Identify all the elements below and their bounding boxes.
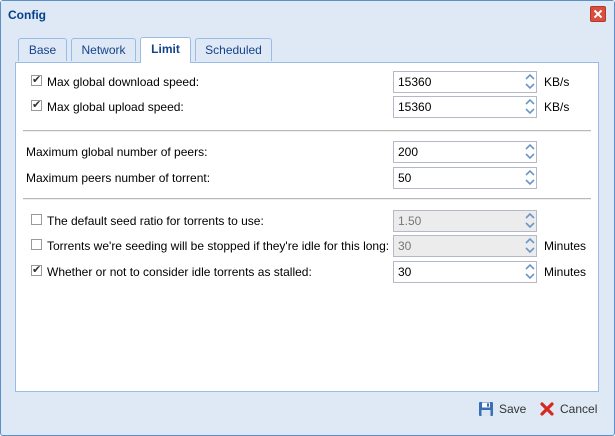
chevron-down-icon[interactable] xyxy=(524,246,536,255)
torrent-peers-value: 50 xyxy=(398,171,412,185)
global-peers-spinner[interactable] xyxy=(521,141,539,163)
download-speed-label: Max global download speed: xyxy=(47,75,200,89)
upload-speed-spinner[interactable] xyxy=(521,96,539,118)
seed-ratio-field[interactable]: 1.50 xyxy=(393,210,537,232)
idle-stalled-field[interactable]: 30 xyxy=(393,261,537,283)
global-peers-field[interactable]: 200 xyxy=(393,141,537,163)
download-speed-value: 15360 xyxy=(398,75,432,89)
upload-speed-checkbox[interactable] xyxy=(31,98,42,111)
torrent-peers-label: Maximum peers number of torrent: xyxy=(26,171,211,185)
idle-stop-row: Torrents we're seeding will be stopped i… xyxy=(16,235,598,257)
download-speed-unit: KB/s xyxy=(544,75,570,89)
idle-stalled-value: 30 xyxy=(398,265,412,279)
seed-ratio-spinner[interactable] xyxy=(521,210,539,232)
tab-base[interactable]: Base xyxy=(18,38,67,61)
upload-speed-unit: KB/s xyxy=(544,100,570,114)
chevron-up-icon[interactable] xyxy=(524,72,536,81)
torrent-peers-row: Maximum peers number of torrent: 50 xyxy=(16,167,598,189)
download-speed-row: Max global download speed: 15360 KB/s xyxy=(16,71,598,93)
seed-ratio-value: 1.50 xyxy=(398,214,422,228)
section-divider xyxy=(23,198,591,200)
chevron-down-icon[interactable] xyxy=(524,178,536,187)
chevron-up-icon[interactable] xyxy=(524,142,536,151)
chevron-up-icon[interactable] xyxy=(524,97,536,106)
upload-speed-row: Max global upload speed: 15360 KB/s xyxy=(16,96,598,118)
tab-network[interactable]: Network xyxy=(71,38,136,61)
cancel-button[interactable]: Cancel xyxy=(539,399,604,421)
title-bar[interactable]: Config xyxy=(1,1,614,29)
chevron-down-icon[interactable] xyxy=(524,152,536,161)
chevron-down-icon[interactable] xyxy=(524,272,536,281)
torrent-peers-spinner[interactable] xyxy=(521,167,539,189)
torrent-peers-field[interactable]: 50 xyxy=(393,167,537,189)
chevron-up-icon[interactable] xyxy=(524,168,536,177)
seed-ratio-row: The default seed ratio for torrents to u… xyxy=(16,210,598,232)
seed-ratio-label: The default seed ratio for torrents to u… xyxy=(47,214,264,228)
idle-stop-label: Torrents we're seeding will be stopped i… xyxy=(47,239,390,253)
idle-stalled-label: Whether or not to consider idle torrents… xyxy=(47,265,312,279)
chevron-down-icon[interactable] xyxy=(524,107,536,116)
download-speed-spinner[interactable] xyxy=(521,71,539,93)
chevron-up-icon[interactable] xyxy=(524,262,536,271)
tab-scheduled[interactable]: Scheduled xyxy=(195,38,272,61)
dialog-title: Config xyxy=(8,8,46,22)
download-speed-checkbox[interactable] xyxy=(31,73,42,86)
upload-speed-value: 15360 xyxy=(398,100,432,114)
idle-stalled-unit: Minutes xyxy=(544,265,587,279)
upload-speed-field[interactable]: 15360 xyxy=(393,96,537,118)
global-peers-row: Maximum global number of peers: 200 xyxy=(16,141,598,163)
global-peers-value: 200 xyxy=(398,145,419,159)
tab-limit[interactable]: Limit xyxy=(140,37,191,63)
chevron-up-icon[interactable] xyxy=(524,236,536,245)
config-dialog: Config Base Network Limit Scheduled Max … xyxy=(0,0,615,436)
cancel-label: Cancel xyxy=(560,402,598,416)
idle-stop-checkbox[interactable] xyxy=(31,239,42,250)
save-button[interactable]: Save xyxy=(478,399,528,421)
idle-stalled-row: Whether or not to consider idle torrents… xyxy=(16,261,598,283)
close-icon[interactable] xyxy=(590,6,606,22)
idle-stalled-spinner[interactable] xyxy=(521,261,539,283)
upload-speed-label: Max global upload speed: xyxy=(47,100,184,114)
global-peers-label: Maximum global number of peers: xyxy=(26,145,208,159)
seed-ratio-checkbox[interactable] xyxy=(31,214,42,225)
idle-stalled-checkbox[interactable] xyxy=(31,263,42,276)
chevron-down-icon[interactable] xyxy=(524,221,536,230)
idle-stop-value: 30 xyxy=(398,239,412,253)
cancel-x-icon xyxy=(540,402,554,416)
floppy-disk-icon xyxy=(479,402,493,416)
download-speed-field[interactable]: 15360 xyxy=(393,71,537,93)
chevron-up-icon[interactable] xyxy=(524,211,536,220)
limit-panel: Max global download speed: 15360 KB/s Ma… xyxy=(15,62,599,392)
idle-stop-unit: Minutes xyxy=(544,239,587,253)
section-divider xyxy=(23,130,591,132)
idle-stop-spinner[interactable] xyxy=(521,235,539,257)
save-label: Save xyxy=(499,402,527,416)
idle-stop-field[interactable]: 30 xyxy=(393,235,537,257)
chevron-down-icon[interactable] xyxy=(524,82,536,91)
